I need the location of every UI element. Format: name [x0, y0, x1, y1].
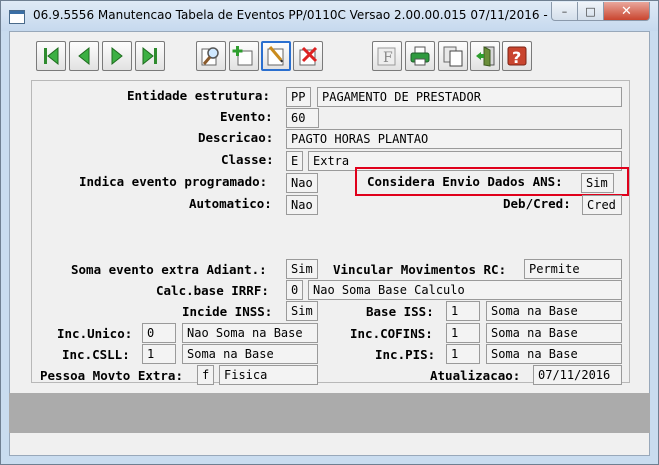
copy-button[interactable] [438, 41, 468, 71]
indica-evento-programado-field[interactable]: Nao [286, 173, 318, 193]
considera-envio-dados-ans-field[interactable]: Sim [581, 173, 614, 193]
considera-envio-dados-ans-label: Considera Envio Dados ANS: [367, 174, 563, 189]
indica-evento-programado-label: Indica evento programado: [79, 174, 268, 189]
delete-button[interactable] [293, 41, 323, 71]
atualizacao-label: Atualizacao: [430, 368, 521, 383]
evento-field[interactable]: 60 [286, 108, 319, 128]
edit-button[interactable] [261, 41, 291, 71]
minimize-button[interactable]: – [551, 2, 578, 21]
window-title: 06.9.5556 Manutencao Tabela de Eventos P… [33, 8, 587, 22]
edit-icon [267, 46, 284, 66]
inc-cofins-field[interactable]: Soma na Base [486, 323, 622, 343]
inc-pis-code-field[interactable]: 1 [446, 344, 480, 364]
base-iss-label: Base ISS: [366, 304, 434, 319]
delete-icon [299, 46, 318, 66]
title-bar[interactable]: 06.9.5556 Manutencao Tabela de Eventos P… [1, 1, 658, 31]
base-iss-field[interactable]: Soma na Base [486, 301, 622, 321]
last-record-button[interactable] [135, 41, 165, 71]
previous-record-button[interactable] [69, 41, 99, 71]
exit-door-icon [476, 46, 495, 67]
descricao-label: Descricao: [198, 130, 274, 145]
descricao-field[interactable]: PAGTO HORAS PLANTAO [286, 129, 622, 149]
incide-inss-field[interactable]: Sim [286, 301, 318, 321]
inc-unico-label: Inc.Unico: [57, 326, 133, 341]
incide-inss-label: Incide INSS: [182, 304, 273, 319]
maximize-button[interactable]: □ [577, 2, 604, 21]
toolbar: F ? [10, 32, 649, 82]
entidade-estrutura-field[interactable]: PAGAMENTO DE PRESTADOR [317, 87, 622, 107]
previous-record-icon [78, 46, 90, 66]
inc-unico-code-field[interactable]: 0 [142, 323, 176, 343]
minimize-icon: – [561, 4, 568, 18]
filter-icon: F [377, 47, 396, 66]
atualizacao-field[interactable]: 07/11/2016 [533, 365, 622, 385]
classe-code-field[interactable]: E [286, 151, 303, 171]
first-record-button[interactable] [36, 41, 66, 71]
pessoa-movto-extra-code-field[interactable]: f [197, 365, 214, 385]
app-icon [9, 9, 25, 24]
print-button[interactable] [405, 41, 435, 71]
automatico-field[interactable]: Nao [286, 195, 318, 215]
filter-button[interactable]: F [372, 41, 402, 71]
next-record-icon [111, 46, 123, 66]
inc-csll-code-field[interactable]: 1 [142, 344, 176, 364]
calc-base-irrf-field[interactable]: Nao Soma Base Calculo [308, 280, 622, 300]
close-icon: ✕ [621, 3, 632, 19]
help-icon: ? [507, 46, 527, 67]
inc-pis-label: Inc.PIS: [375, 347, 436, 362]
maximize-icon: □ [585, 4, 596, 18]
search-button[interactable] [196, 41, 226, 71]
printer-icon [410, 46, 430, 66]
automatico-label: Automatico: [189, 196, 272, 211]
inc-csll-label: Inc.CSLL: [62, 347, 130, 362]
inc-csll-field[interactable]: Soma na Base [182, 344, 318, 364]
exit-button[interactable] [470, 41, 500, 71]
inc-cofins-code-field[interactable]: 1 [446, 323, 480, 343]
calc-base-irrf-label: Calc.base IRRF: [156, 283, 269, 298]
classe-label: Classe: [221, 152, 274, 167]
last-record-icon [142, 46, 157, 66]
svg-text:?: ? [512, 48, 521, 67]
inc-cofins-label: Inc.COFINS: [350, 326, 433, 341]
add-button[interactable] [229, 41, 259, 71]
soma-evento-extra-adiant-field[interactable]: Sim [286, 259, 318, 279]
pessoa-movto-extra-field[interactable]: Fisica [219, 365, 318, 385]
next-record-button[interactable] [102, 41, 132, 71]
svg-text:F: F [383, 50, 393, 66]
pessoa-movto-extra-label: Pessoa Movto Extra: [40, 368, 183, 383]
entidade-estrutura-label: Entidade estrutura: [127, 88, 270, 103]
search-icon [201, 47, 219, 66]
inc-unico-field[interactable]: Nao Soma na Base [182, 323, 318, 343]
copy-icon [443, 46, 463, 67]
entidade-estrutura-code-field[interactable]: PP [286, 87, 311, 107]
base-iss-code-field[interactable]: 1 [446, 301, 480, 321]
calc-base-irrf-code-field[interactable]: 0 [286, 280, 303, 300]
application-window: 06.9.5556 Manutencao Tabela de Eventos P… [0, 0, 659, 465]
close-button[interactable]: ✕ [603, 2, 650, 21]
evento-label: Evento: [220, 109, 273, 124]
status-bar [9, 393, 650, 433]
inc-pis-field[interactable]: Soma na Base [486, 344, 622, 364]
vincular-movimentos-rc-field[interactable]: Permite [524, 259, 622, 279]
vincular-movimentos-rc-label: Vincular Movimentos RC: [333, 262, 507, 277]
deb-cred-field[interactable]: Cred [582, 195, 622, 215]
first-record-icon [44, 46, 59, 66]
help-button[interactable]: ? [502, 41, 532, 71]
soma-evento-extra-adiant-label: Soma evento extra Adiant.: [71, 262, 267, 277]
deb-cred-label: Deb/Cred: [503, 196, 571, 211]
add-icon [232, 46, 253, 66]
